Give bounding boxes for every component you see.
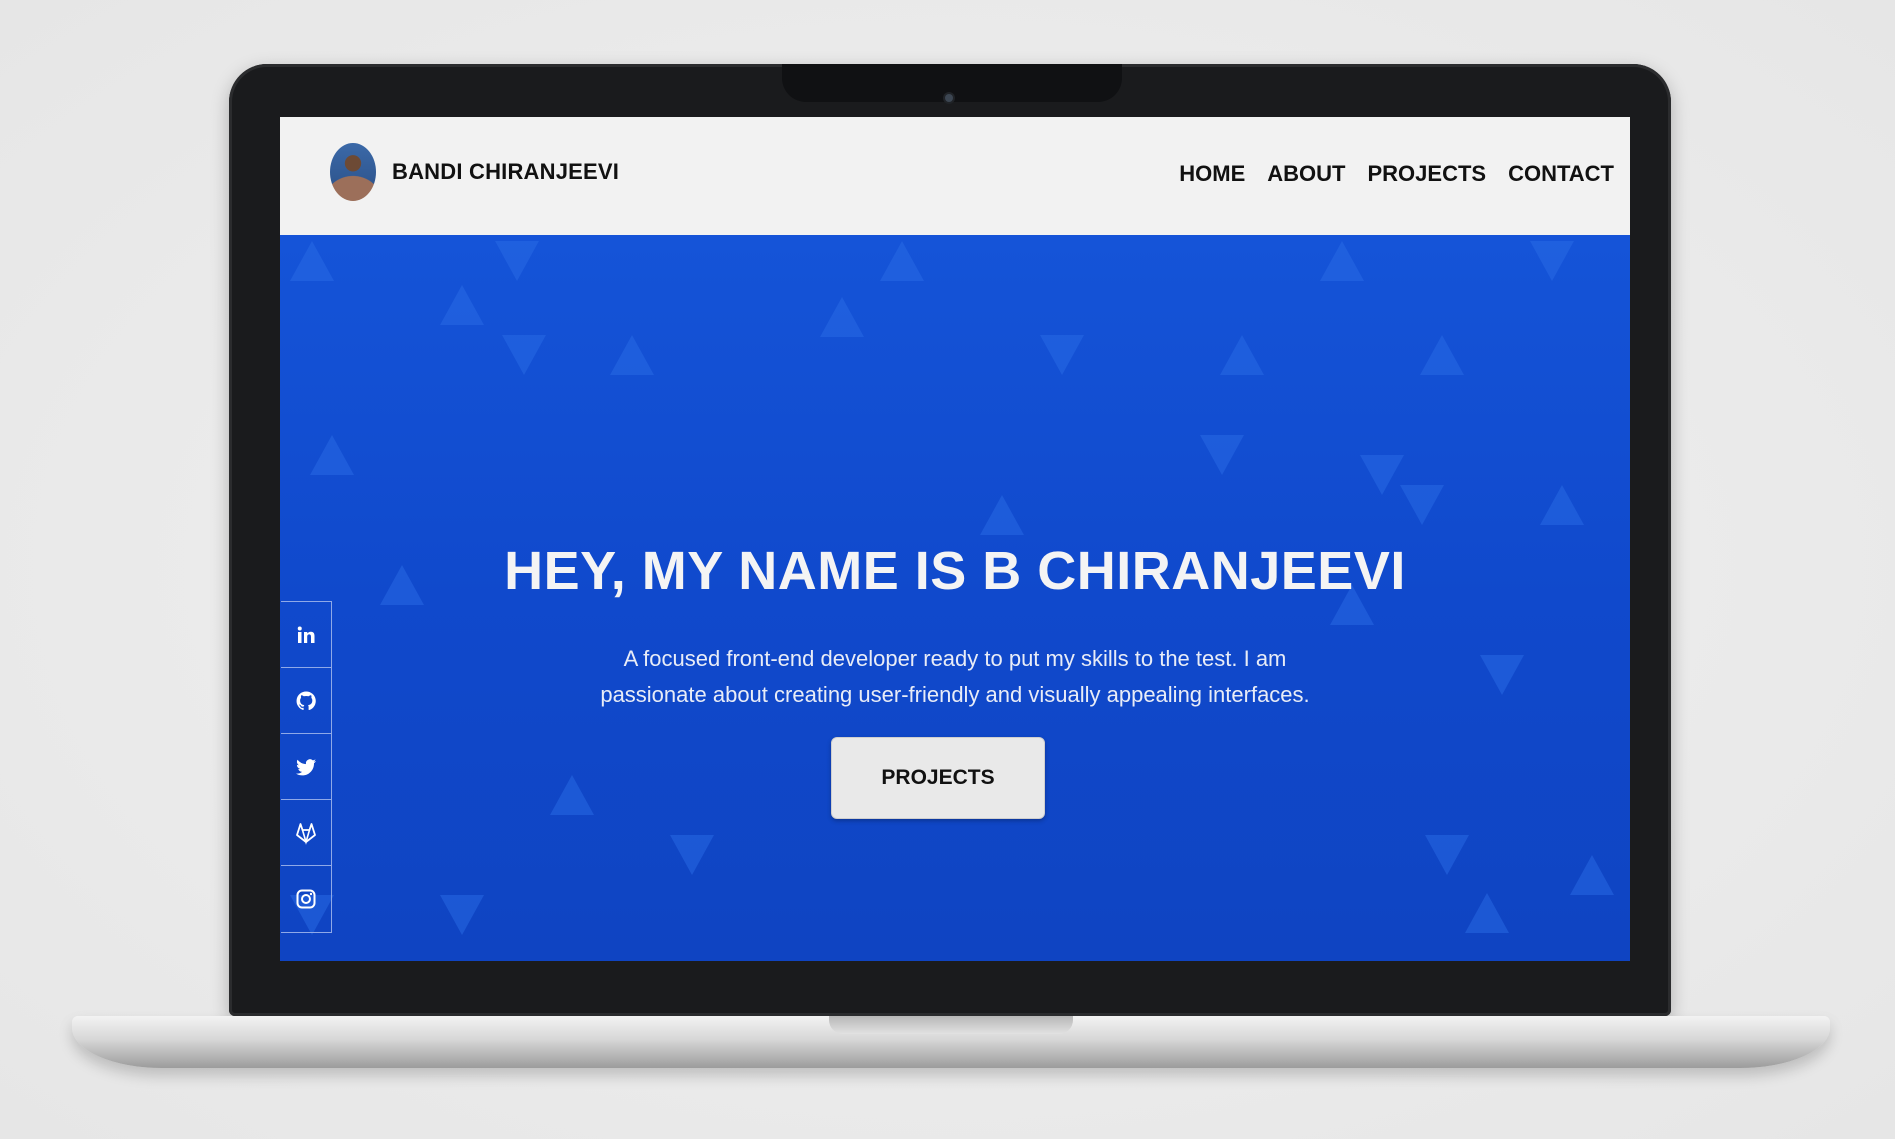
nav-link-contact[interactable]: CONTACT [1508,161,1614,187]
twitter-icon [296,758,316,775]
navbar: BANDI CHIRANJEEVI HOME ABOUT PROJECTS CO… [280,117,1630,235]
instagram-icon [296,889,316,909]
social-instagram[interactable] [281,866,331,932]
gitlab-icon [296,822,316,845]
nav-link-home[interactable]: HOME [1179,161,1245,187]
brand-name: BANDI CHIRANJEEVI [392,159,620,184]
hero-title: HEY, MY NAME IS B CHIRANJEEVI [504,541,1406,601]
social-github[interactable] [281,668,331,734]
mockup-stage: BANDI CHIRANJEEVI HOME ABOUT PROJECTS CO… [0,0,1895,1139]
projects-button[interactable]: PROJECTS [831,737,1045,819]
social-twitter[interactable] [281,734,331,800]
linkedin-icon [297,626,315,643]
website-screen: BANDI CHIRANJEEVI HOME ABOUT PROJECTS CO… [280,117,1630,961]
hero-section: HEY, MY NAME IS B CHIRANJEEVI A focused … [280,235,1630,961]
hero-subtitle: A focused front-end developer ready to p… [600,646,1310,707]
social-linkedin[interactable] [281,602,331,668]
camera-icon [945,94,953,102]
avatar [330,143,376,201]
nav-link-about[interactable]: ABOUT [1267,161,1345,187]
laptop-base-groove [829,1016,1073,1034]
nav-links: HOME ABOUT PROJECTS CONTACT [1179,161,1614,187]
nav-link-projects[interactable]: PROJECTS [1367,161,1486,187]
brand[interactable]: BANDI CHIRANJEEVI [330,143,619,201]
social-sidebar [281,601,332,933]
github-icon [296,690,316,710]
social-gitlab[interactable] [281,800,331,866]
